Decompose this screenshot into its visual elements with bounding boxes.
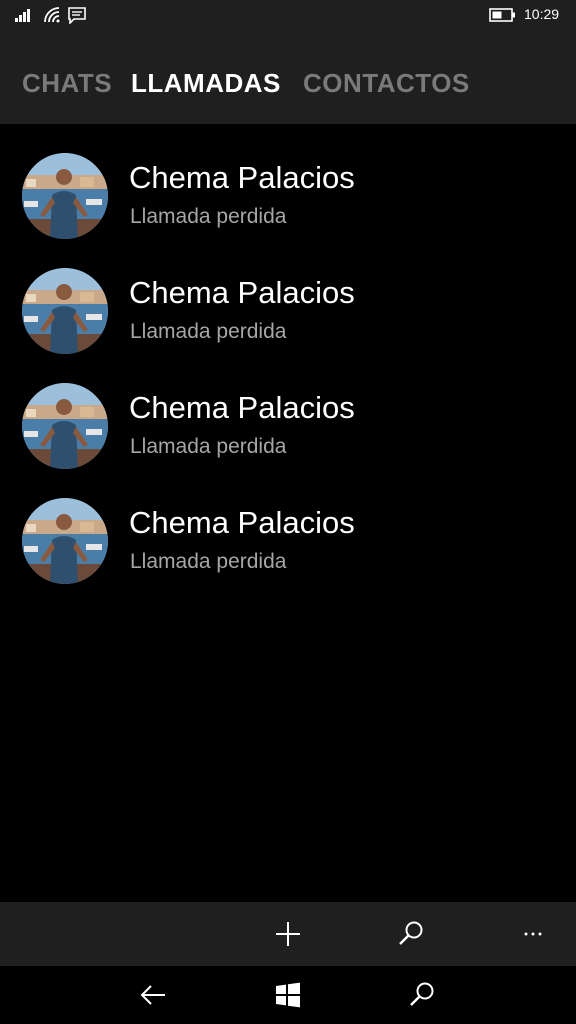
contact-name: Chema Palacios xyxy=(129,505,355,540)
nav-search-button[interactable] xyxy=(400,973,444,1017)
pivot-header: CHATS LLAMADAS CONTACTOS xyxy=(0,32,576,124)
add-button[interactable] xyxy=(266,912,310,956)
tab-contactos[interactable]: CONTACTOS xyxy=(303,68,470,99)
windows-logo-icon xyxy=(276,982,300,1008)
call-list: Chema Palacios Llamada perdida Chema Pal… xyxy=(0,124,576,902)
avatar[interactable] xyxy=(22,153,108,239)
back-arrow-icon xyxy=(140,985,165,1005)
message-icon xyxy=(68,7,86,29)
more-button[interactable] xyxy=(511,912,555,956)
avatar[interactable] xyxy=(22,268,108,354)
search-button[interactable] xyxy=(389,912,433,956)
call-list-item[interactable]: Chema Palacios Llamada perdida xyxy=(0,267,576,382)
clock: 10:29 xyxy=(524,6,560,22)
call-list-item[interactable]: Chema Palacios Llamada perdida xyxy=(0,382,576,497)
back-button[interactable] xyxy=(131,973,175,1017)
status-bar: 10:29 xyxy=(0,0,576,32)
call-status: Llamada perdida xyxy=(130,320,287,343)
app-bar xyxy=(0,902,576,966)
call-list-item[interactable]: Chema Palacios Llamada perdida xyxy=(0,497,576,612)
navigation-bar xyxy=(0,966,576,1024)
add-icon xyxy=(276,922,300,946)
tab-llamadas[interactable]: LLAMADAS xyxy=(131,68,281,99)
more-icon xyxy=(524,932,542,936)
search-icon xyxy=(399,921,423,945)
tab-chats[interactable]: CHATS xyxy=(22,68,112,99)
signal-icon xyxy=(15,8,33,27)
contact-name: Chema Palacios xyxy=(129,275,355,310)
avatar[interactable] xyxy=(22,383,108,469)
call-status: Llamada perdida xyxy=(130,205,287,228)
search-icon xyxy=(410,982,434,1006)
call-list-item[interactable]: Chema Palacios Llamada perdida xyxy=(0,152,576,267)
avatar[interactable] xyxy=(22,498,108,584)
wifi-icon xyxy=(43,6,61,29)
start-button[interactable] xyxy=(266,973,310,1017)
contact-name: Chema Palacios xyxy=(129,390,355,425)
call-status: Llamada perdida xyxy=(130,550,287,573)
contact-name: Chema Palacios xyxy=(129,160,355,195)
battery-icon xyxy=(489,8,517,27)
call-status: Llamada perdida xyxy=(130,435,287,458)
